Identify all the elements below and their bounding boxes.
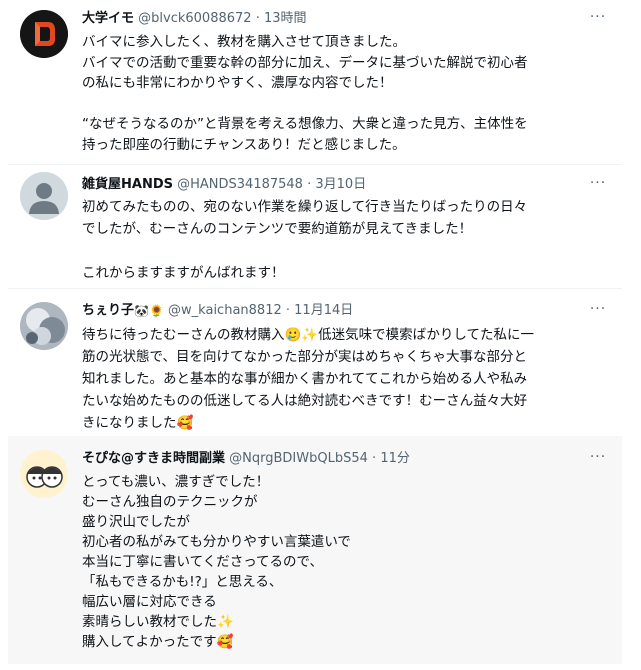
tweet-line: たいな始めたものの低迷してる人は絶対読むべきです！むーさん益々大好 bbox=[82, 393, 528, 409]
tweet-line: の私にも非常にわかりやすく、濃厚な内容でした！ bbox=[82, 75, 393, 91]
tweet-line: バイマでの活動で重要な幹の部分に加え、データに基づいた解説で初心者 bbox=[82, 54, 528, 71]
tweet[interactable]: そぴな@すきま時間副業 @NqrgBDIWbQLbS54 · 11分 ··· と… bbox=[8, 436, 622, 664]
tweet-line: 初心者の私がみても分かりやすい言葉遣いで bbox=[82, 534, 351, 550]
tweet-line: 盛り沢山でしたが bbox=[82, 514, 190, 530]
display-name[interactable]: 大学イモ bbox=[82, 11, 134, 26]
tweet-line: バイマに参入したく、教材を購入させて頂きました。 bbox=[82, 34, 406, 50]
tweet-line: きになりました🥰 bbox=[82, 415, 194, 431]
tweet-line: 持った即座の行動にチャンスあり！だと感じました。 bbox=[82, 136, 406, 153]
tweet-header: そぴな@すきま時間副業 @NqrgBDIWbQLbS54 · 11分 bbox=[82, 448, 582, 470]
tweet-text: 待ちに待ったむーさんの教材購入🥲✨低迷気味で模索ばかりしてた私に一 筋の光状態で… bbox=[82, 324, 606, 434]
tweet-line: 購入してよかったです🥰 bbox=[82, 634, 234, 650]
separator: · bbox=[372, 451, 377, 466]
logo-icon bbox=[20, 10, 68, 58]
tweet-line: でしたが、むーさんのコンテンツで要約道筋が見えてきました！ bbox=[82, 221, 473, 237]
timestamp[interactable]: 3月10日 bbox=[315, 177, 366, 192]
user-handle[interactable]: @w_kaichan8812 bbox=[168, 303, 282, 318]
more-options-icon[interactable]: ··· bbox=[588, 302, 608, 316]
more-options-icon[interactable]: ··· bbox=[588, 10, 608, 24]
separator: · bbox=[307, 177, 312, 192]
tweet-line: とっても濃い、濃すぎでした！ bbox=[82, 474, 270, 490]
timestamp[interactable]: 11分 bbox=[380, 451, 410, 466]
name-emoji: 🐼🌻 bbox=[134, 304, 164, 318]
separator: · bbox=[285, 303, 291, 318]
tweet-text: とっても濃い、濃すぎでした！ むーさん独自のテクニックが 盛り沢山でしたが 初心… bbox=[82, 472, 606, 652]
tweet-line: 「私もできるかも!?」と思える、 bbox=[82, 574, 283, 590]
user-handle[interactable]: @blvck60088672 bbox=[138, 11, 251, 26]
avatar[interactable] bbox=[20, 10, 68, 58]
tweet[interactable]: 大学イモ @blvck60088672 · 13時間 ··· バイマに参入したく… bbox=[8, 0, 622, 164]
more-options-icon[interactable]: ··· bbox=[588, 176, 608, 190]
avatar[interactable] bbox=[20, 302, 68, 350]
tweet-header: ちぇり子🐼🌻 @w_kaichan8812 · 11月14日 bbox=[82, 300, 582, 322]
display-name[interactable]: 雑貨屋HANDS bbox=[82, 177, 173, 192]
tweet-line: 待ちに待ったむーさんの教材購入🥲✨低迷気味で模索ばかりしてた私に一 bbox=[82, 327, 534, 343]
tweet-line: 初めてみたものの、宛のない作業を繰り返して行き当たりばったりの日々 bbox=[82, 199, 528, 215]
timestamp[interactable]: 13時間 bbox=[264, 11, 307, 26]
tweet-line bbox=[82, 94, 606, 115]
tweet-line: 素晴らしい教材でした✨ bbox=[82, 614, 234, 630]
display-name[interactable]: ちぇり子 bbox=[82, 303, 134, 318]
tweet-line: 知れました。あと基本的な事が細かく書かれててこれから始める人や私み bbox=[82, 371, 528, 387]
user-handle[interactable]: @NqrgBDIWbQLbS54 bbox=[229, 451, 368, 466]
tweet-line: むーさん独自のテクニックが bbox=[82, 494, 258, 510]
timestamp[interactable]: 11月14日 bbox=[294, 303, 353, 318]
avatar[interactable] bbox=[20, 172, 68, 220]
display-name[interactable]: そぴな@すきま時間副業 bbox=[82, 451, 225, 466]
more-options-icon[interactable]: ··· bbox=[588, 450, 608, 464]
default-avatar-icon bbox=[20, 172, 68, 220]
tweet-line: 本当に丁寧に書いてくださってるので、 bbox=[82, 554, 323, 570]
tweet-text: バイマに参入したく、教材を購入させて頂きました。 バイマでの活動で重要な幹の部分… bbox=[82, 32, 606, 155]
avatar[interactable] bbox=[20, 450, 68, 498]
separator: · bbox=[255, 11, 260, 26]
illustrated-avatar-icon bbox=[20, 450, 68, 498]
tweet-line: “なぜそうなるのか”と背景を考える想像力、大衆と違った見方、主体性を bbox=[82, 116, 528, 132]
tweet-header: 雑貨屋HANDS @HANDS34187548 · 3月10日 bbox=[82, 174, 582, 196]
tweet-line: 幅広い層に対応できる bbox=[82, 594, 217, 610]
profile-photo-icon bbox=[20, 302, 68, 350]
tweet-line: 筋の光状態で、目を向けてなかった部分が実はめちゃくちゃ大事な部分と bbox=[82, 349, 527, 365]
tweet-line: これからますますがんばれます！ bbox=[82, 265, 285, 281]
tweet-text: 初めてみたものの、宛のない作業を繰り返して行き当たりばったりの日々 でしたが、む… bbox=[82, 196, 606, 284]
tweet[interactable]: 雑貨屋HANDS @HANDS34187548 · 3月10日 ··· 初めてみ… bbox=[8, 164, 622, 288]
tweet-header: 大学イモ @blvck60088672 · 13時間 bbox=[82, 8, 582, 30]
tweet-line bbox=[82, 240, 606, 262]
tweet[interactable]: ちぇり子🐼🌻 @w_kaichan8812 · 11月14日 ··· 待ちに待っ… bbox=[8, 288, 622, 436]
user-handle[interactable]: @HANDS34187548 bbox=[177, 177, 303, 192]
